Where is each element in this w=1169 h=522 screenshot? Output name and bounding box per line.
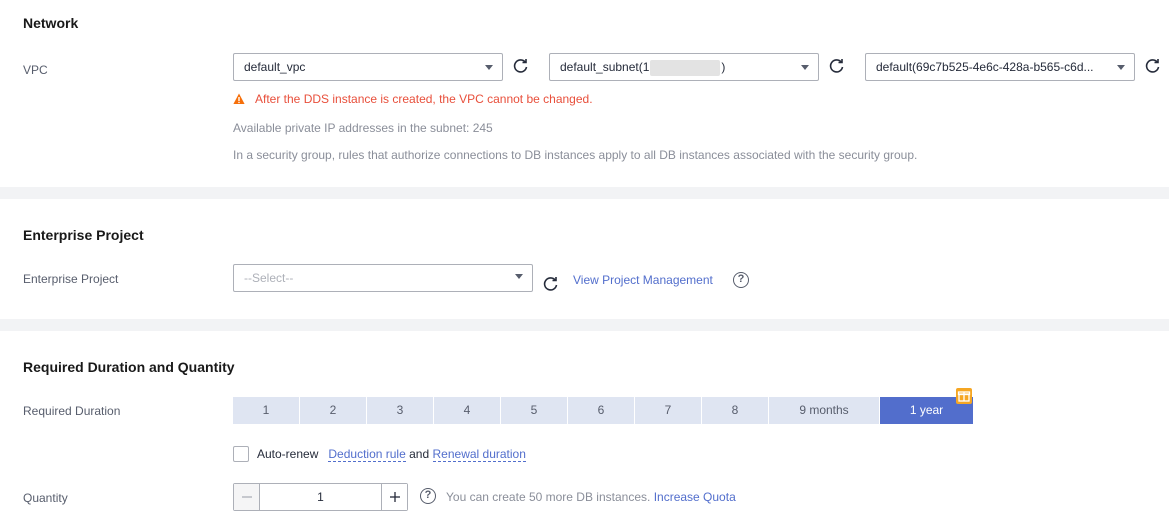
masked-ip <box>650 59 721 76</box>
quota-row: You can create 50 more DB instances. Inc… <box>446 490 736 504</box>
quantity-stepper: 1 <box>233 483 408 511</box>
help-icon[interactable]: ? <box>733 272 749 288</box>
decrement-button[interactable] <box>234 484 260 510</box>
refresh-icon[interactable] <box>829 58 845 74</box>
vpc-label: VPC <box>23 63 48 77</box>
auto-renew-label: Auto-renew <box>257 447 319 461</box>
duration-option[interactable]: 8 <box>702 397 768 424</box>
renewal-duration-link[interactable]: Renewal duration <box>432 447 526 462</box>
security-group-select[interactable]: default(69c7b525-4e6c-428a-b565-c6d... <box>865 53 1135 81</box>
duration-option[interactable]: 5 <box>501 397 567 424</box>
enterprise-project-select[interactable]: --Select-- <box>233 264 533 292</box>
duration-option[interactable]: 6 <box>568 397 634 424</box>
duration-option[interactable]: 9 months <box>769 397 879 424</box>
increment-button[interactable] <box>381 484 407 510</box>
increase-quota-link[interactable]: Increase Quota <box>654 490 736 504</box>
duration-option[interactable]: 3 <box>367 397 433 424</box>
view-project-management-link[interactable]: View Project Management <box>573 273 713 287</box>
auto-renew-checkbox[interactable] <box>233 446 249 462</box>
quantity-input[interactable]: 1 <box>260 484 381 510</box>
security-group-note: In a security group, rules that authoriz… <box>233 148 918 162</box>
quota-help-icon[interactable]: ? <box>420 488 436 504</box>
minus-icon <box>241 496 252 498</box>
enterprise-title: Enterprise Project <box>23 227 144 243</box>
network-panel: Network VPC default_vpc default_subnet(1… <box>0 0 1169 187</box>
quota-text: You can create 50 more DB instances. <box>446 490 651 504</box>
duration-option[interactable]: 1 <box>233 397 299 424</box>
duration-option[interactable]: 7 <box>635 397 701 424</box>
security-group-value: default(69c7b525-4e6c-428a-b565-c6d... <box>876 60 1094 74</box>
refresh-icon[interactable] <box>543 276 559 292</box>
vpc-warning: After the DDS instance is created, the V… <box>233 92 593 106</box>
refresh-icon[interactable] <box>1145 58 1161 74</box>
vpc-select[interactable]: default_vpc <box>233 53 503 81</box>
subnet-select[interactable]: default_subnet(1) <box>549 53 819 81</box>
chevron-down-icon <box>801 65 809 70</box>
enterprise-label: Enterprise Project <box>23 272 119 286</box>
duration-title: Required Duration and Quantity <box>23 359 235 375</box>
warning-text: After the DDS instance is created, the V… <box>255 92 593 106</box>
available-ips-text: Available private IP addresses in the su… <box>233 121 493 135</box>
subnet-select-value: default_subnet(1 <box>560 60 650 74</box>
chevron-down-icon <box>1117 65 1125 70</box>
enterprise-panel: Enterprise Project Enterprise Project --… <box>0 199 1169 319</box>
plus-icon <box>389 492 400 502</box>
duration-option[interactable]: 4 <box>434 397 500 424</box>
deduction-rule-link[interactable]: Deduction rule <box>328 447 406 462</box>
and-text: and <box>409 447 430 461</box>
chevron-down-icon <box>515 274 523 279</box>
subnet-select-suffix: ) <box>721 60 726 74</box>
duration-option[interactable]: 2 <box>300 397 366 424</box>
quantity-label: Quantity <box>23 491 68 505</box>
enterprise-select-placeholder: --Select-- <box>244 271 294 285</box>
auto-renew-row: Auto-renew Deduction rule and Renewal du… <box>257 446 526 462</box>
chevron-down-icon <box>485 65 493 70</box>
duration-selector: 1 2 3 4 5 6 7 8 9 months 1 year <box>233 397 974 424</box>
vpc-select-value: default_vpc <box>244 60 306 74</box>
refresh-icon[interactable] <box>513 58 529 74</box>
network-title: Network <box>23 15 79 31</box>
warning-icon <box>233 93 245 104</box>
gift-icon <box>956 388 972 404</box>
duration-label: Required Duration <box>23 404 121 418</box>
